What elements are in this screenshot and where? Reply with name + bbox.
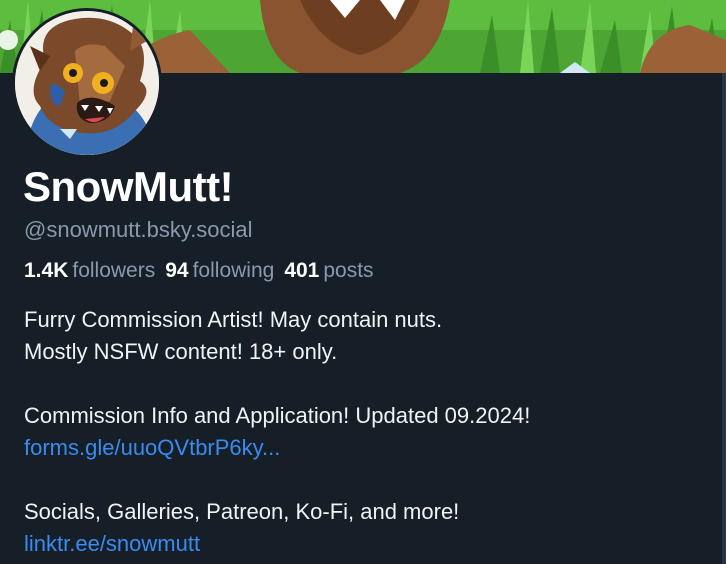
linktree-link[interactable]: linktr.ee/snowmutt bbox=[24, 531, 200, 556]
following-stat[interactable]: 94 following bbox=[165, 257, 274, 285]
bio-line: Socials, Galleries, Patreon, Ko-Fi, and … bbox=[24, 499, 460, 524]
following-count: 94 bbox=[165, 259, 189, 282]
profile-handle: @snowmutt.bsky.social bbox=[24, 217, 253, 242]
posts-label: posts bbox=[323, 259, 374, 282]
profile-page: SnowMutt! @snowmutt.bsky.social 1.4K foll… bbox=[0, 0, 726, 564]
scrollbar-track[interactable] bbox=[722, 73, 726, 564]
avatar-illustration-icon bbox=[15, 11, 159, 155]
followers-stat[interactable]: 1.4K followers bbox=[24, 257, 155, 285]
followers-label: followers bbox=[72, 259, 156, 282]
bio-spacer bbox=[24, 368, 704, 400]
profile-stats: 1.4K followers 94 following 401 posts bbox=[24, 257, 384, 285]
bio-spacer bbox=[24, 464, 704, 496]
profile-bio: Furry Commission Artist! May contain nut… bbox=[24, 304, 704, 560]
commission-form-link[interactable]: forms.gle/uuoQVtbrP6ky... bbox=[24, 435, 280, 460]
bio-line: Furry Commission Artist! May contain nut… bbox=[24, 307, 443, 332]
followers-count: 1.4K bbox=[24, 259, 69, 282]
avatar[interactable] bbox=[12, 8, 162, 158]
bio-line: Mostly NSFW content! 18+ only. bbox=[24, 339, 338, 364]
posts-stat: 401 posts bbox=[284, 257, 373, 285]
display-name: SnowMutt! bbox=[23, 163, 234, 210]
following-label: following bbox=[192, 259, 275, 282]
posts-count: 401 bbox=[284, 259, 320, 282]
bio-line: Commission Info and Application! Updated… bbox=[24, 403, 531, 428]
